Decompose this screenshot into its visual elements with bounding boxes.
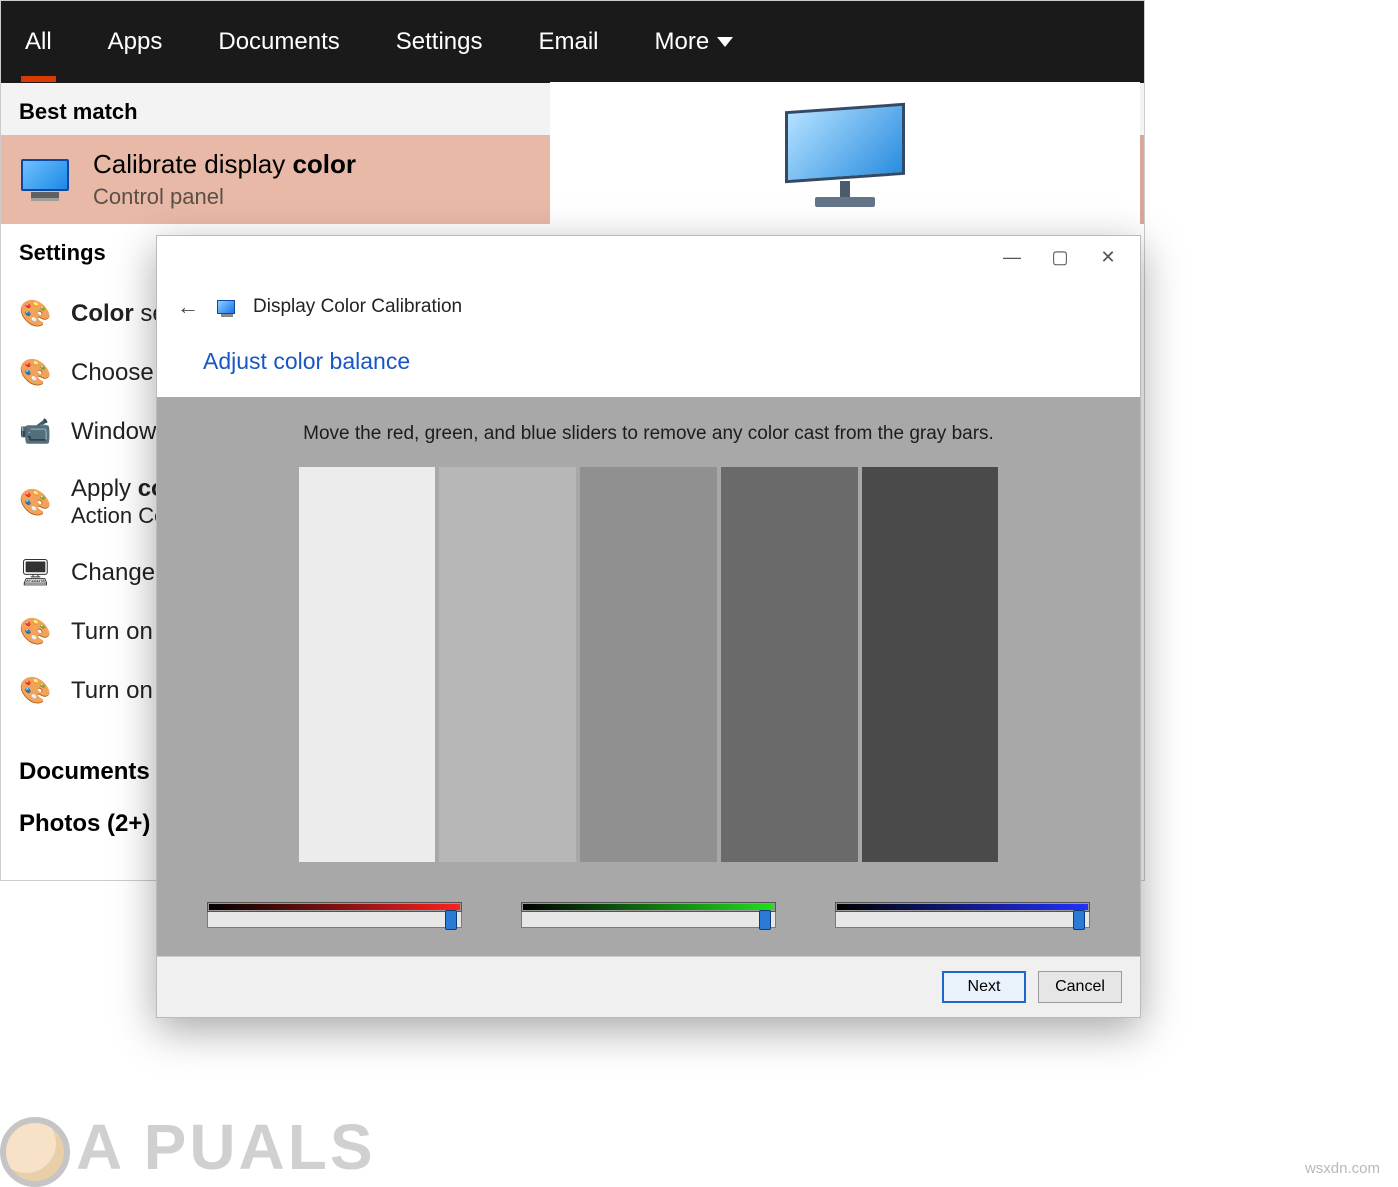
gray-bar-3 xyxy=(580,467,717,862)
tab-settings[interactable]: Settings xyxy=(392,2,487,82)
gray-bar-2 xyxy=(439,467,576,862)
display-icon: 🖥 xyxy=(19,557,51,588)
green-slider[interactable] xyxy=(521,902,776,928)
back-button[interactable]: ← xyxy=(177,294,199,320)
close-button[interactable]: ✕ xyxy=(1084,247,1132,268)
palette-icon: 🎨 xyxy=(19,487,51,518)
mascot-icon xyxy=(0,1117,70,1187)
tab-more[interactable]: More xyxy=(651,2,738,82)
tab-all[interactable]: All xyxy=(21,2,56,82)
gray-bar-1 xyxy=(299,467,436,862)
tab-more-label: More xyxy=(655,28,710,56)
window-header: ← Display Color Calibration xyxy=(157,278,1140,334)
settings-item-label: Windows xyxy=(71,418,168,446)
camera-icon: 📹 xyxy=(19,416,51,447)
window-titlebar[interactable]: — ▢ ✕ xyxy=(157,236,1140,278)
gray-bar-5 xyxy=(862,467,999,862)
slider-thumb[interactable] xyxy=(1073,910,1085,930)
display-calibration-icon xyxy=(217,300,235,314)
wizard-step-title: Adjust color balance xyxy=(157,334,1140,397)
palette-icon: 🎨 xyxy=(19,675,51,706)
red-slider[interactable] xyxy=(207,902,462,928)
slider-thumb[interactable] xyxy=(759,910,771,930)
settings-item-label: Color xyxy=(71,300,134,327)
gray-bars-preview xyxy=(299,467,999,862)
palette-icon: 🎨 xyxy=(19,298,51,329)
wizard-footer: Next Cancel xyxy=(157,956,1140,1017)
monitor-large-icon xyxy=(785,107,905,207)
watermark-brand: A PUALS xyxy=(0,1110,376,1187)
palette-icon: 🎨 xyxy=(19,616,51,647)
tab-apps[interactable]: Apps xyxy=(104,2,167,82)
wizard-instruction: Move the red, green, and blue sliders to… xyxy=(187,423,1110,445)
best-match-text: Calibrate display color Control panel xyxy=(93,149,356,210)
monitor-icon xyxy=(21,159,69,201)
gray-bar-4 xyxy=(721,467,858,862)
slider-thumb[interactable] xyxy=(445,910,457,930)
display-color-calibration-window: — ▢ ✕ ← Display Color Calibration Adjust… xyxy=(156,235,1141,1018)
chevron-down-icon xyxy=(717,37,733,47)
window-title: Display Color Calibration xyxy=(253,296,462,318)
tab-email[interactable]: Email xyxy=(534,2,602,82)
settings-item-label: Change t xyxy=(71,559,168,587)
tab-documents[interactable]: Documents xyxy=(214,2,343,82)
best-match-subtitle: Control panel xyxy=(93,184,356,210)
maximize-button[interactable]: ▢ xyxy=(1036,247,1084,268)
palette-icon: 🎨 xyxy=(19,357,51,388)
blue-slider[interactable] xyxy=(835,902,1090,928)
rgb-sliders xyxy=(187,902,1110,928)
next-button[interactable]: Next xyxy=(942,971,1026,1003)
minimize-button[interactable]: — xyxy=(988,247,1036,268)
best-match-title-pre: Calibrate display xyxy=(93,149,292,179)
best-match-title-bold: color xyxy=(292,149,356,179)
cancel-button[interactable]: Cancel xyxy=(1038,971,1122,1003)
search-tabs: All Apps Documents Settings Email More xyxy=(1,1,1144,83)
result-preview-pane xyxy=(550,82,1140,232)
watermark-site: wsxdn.com xyxy=(1305,1160,1380,1177)
wizard-body: Move the red, green, and blue sliders to… xyxy=(157,397,1140,956)
